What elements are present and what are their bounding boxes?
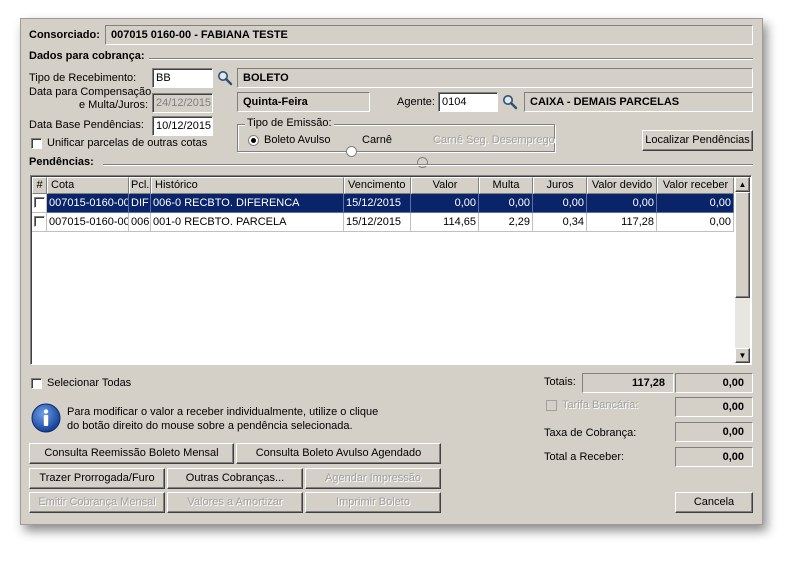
col-header-vencimento[interactable]: Vencimento: [344, 177, 411, 194]
info-icon: [31, 403, 61, 433]
outras-cobrancas-button[interactable]: Outras Cobranças...: [167, 468, 303, 489]
agente-input[interactable]: 0104: [438, 92, 498, 112]
info-text-line1: Para modificar o valor a receber individ…: [67, 406, 379, 418]
pendencias-section-title: Pendências:: [29, 156, 94, 168]
tarifa-bancaria-checkbox: [546, 400, 557, 411]
unificar-label: Unificar parcelas de outras cotas: [47, 137, 208, 149]
cell-historico: 006-0 RECBTO. DIFERENCA: [151, 194, 344, 213]
cell-juros: 0,34: [533, 213, 587, 232]
radio-carne-seg-desemprego: [417, 157, 428, 168]
total-valor-receber: 0,00: [675, 373, 753, 393]
row-checkbox[interactable]: [34, 197, 45, 208]
scrollbar-thumb[interactable]: [735, 192, 750, 298]
radio-carne-seg-desemprego-label: Carnê Seg. Desemprego: [433, 134, 555, 146]
row-checkbox[interactable]: [34, 216, 45, 227]
weekday-display: Quinta-Feira: [237, 92, 370, 112]
agente-label: Agente:: [397, 96, 435, 108]
col-header-multa[interactable]: Multa: [479, 177, 533, 194]
cell-valor: 114,65: [411, 213, 479, 232]
cell-vencimento: 15/12/2015: [344, 213, 411, 232]
total-valor-devido: 117,28: [582, 373, 674, 393]
cell-valor-devido: 117,28: [587, 213, 657, 232]
cell-cota: 007015-0160-00: [47, 213, 129, 232]
col-header-number[interactable]: #: [32, 177, 47, 194]
total-receber-label: Total a Receber:: [544, 451, 625, 463]
selecionar-todas-label: Selecionar Todas: [47, 377, 132, 389]
col-header-pcl[interactable]: Pcl.: [129, 177, 151, 194]
cell-valor-receber[interactable]: 0,00: [657, 194, 734, 213]
col-header-valor-receber[interactable]: Valor receber: [657, 177, 734, 194]
agente-description: CAIXA - DEMAIS PARCELAS: [524, 92, 753, 112]
pendencias-table[interactable]: # Cota Pcl. Histórico Vencimento Valor M…: [30, 175, 752, 365]
radio-carne-label: Carnê: [362, 134, 392, 146]
cell-historico: 001-0 RECBTO. PARCELA: [151, 213, 344, 232]
divider: [149, 58, 753, 60]
consulta-reemissao-button[interactable]: Consulta Reemissão Boleto Mensal: [29, 443, 234, 464]
cell-vencimento: 15/12/2015: [344, 194, 411, 213]
cell-multa: 2,29: [479, 213, 533, 232]
col-header-valor[interactable]: Valor: [411, 177, 479, 194]
cell-valor-devido: 0,00: [587, 194, 657, 213]
cell-pcl: 006: [129, 213, 151, 232]
imprimir-boleto-button: Imprimir Boleto: [305, 492, 441, 513]
radio-boleto-avulso[interactable]: [248, 135, 259, 146]
cobranca-window: Consorciado: 007015 0160-00 - FABIANA TE…: [20, 18, 763, 525]
scroll-down-arrow-icon[interactable]: ▼: [735, 348, 750, 363]
localizar-pendencias-button[interactable]: Localizar Pendências: [642, 130, 753, 151]
data-compensacao-input: 24/12/2015: [152, 93, 213, 113]
cell-pcl: DIF: [129, 194, 151, 213]
cancela-button[interactable]: Cancela: [675, 492, 753, 513]
consulta-avulso-button[interactable]: Consulta Boleto Avulso Agendado: [236, 443, 441, 464]
consorciado-value: 007015 0160-00 - FABIANA TESTE: [105, 25, 753, 45]
taxa-cobranca-value: 0,00: [675, 422, 753, 442]
selecionar-todas-checkbox[interactable]: [31, 378, 42, 389]
search-icon[interactable]: [502, 94, 518, 110]
vertical-scrollbar[interactable]: ▲ ▼: [735, 177, 750, 363]
info-text-line2: do botão direito do mouse sobre a pendên…: [67, 420, 353, 432]
scroll-up-arrow-icon[interactable]: ▲: [735, 177, 750, 192]
col-header-cota[interactable]: Cota: [47, 177, 129, 194]
cell-valor-receber[interactable]: 0,00: [657, 213, 734, 232]
radio-carne[interactable]: [346, 146, 357, 157]
search-icon[interactable]: [217, 70, 233, 86]
data-base-label: Data Base Pendências:: [29, 119, 144, 131]
totais-label: Totais:: [544, 376, 576, 388]
divider: [103, 164, 753, 166]
col-header-juros[interactable]: Juros: [533, 177, 587, 194]
radio-boleto-avulso-label: Boleto Avulso: [264, 134, 331, 146]
unificar-checkbox[interactable]: [31, 138, 42, 149]
dados-section-title: Dados para cobrança:: [29, 50, 145, 62]
data-base-input[interactable]: 10/12/2015: [152, 116, 213, 136]
tipo-recebimento-description: BOLETO: [237, 68, 753, 88]
data-compensacao-label-line2: e Multa/Juros:: [79, 99, 149, 111]
taxa-cobranca-label: Taxa de Cobrança:: [544, 427, 637, 439]
total-receber-value: 0,00: [675, 447, 753, 467]
tipo-recebimento-input[interactable]: BB: [152, 68, 213, 88]
cell-cota: 007015-0160-00: [47, 194, 129, 213]
consorciado-label: Consorciado:: [29, 29, 100, 41]
tipo-emissao-legend: Tipo de Emissão:: [245, 117, 334, 130]
trazer-prorrogada-button[interactable]: Trazer Prorrogada/Furo: [29, 468, 165, 489]
data-compensacao-label-line1: Data para Compensação: [29, 86, 152, 98]
cell-juros: 0,00: [533, 194, 587, 213]
tipo-recebimento-label: Tipo de Recebimento:: [29, 72, 137, 84]
col-header-valor-devido[interactable]: Valor devido: [587, 177, 657, 194]
tarifa-bancaria-value: 0,00: [675, 397, 753, 417]
emitir-cobranca-button: Emitir Cobrança Mensal: [29, 492, 165, 513]
agendar-impressao-button: Agendar Impressão: [305, 468, 441, 489]
col-header-historico[interactable]: Histórico: [151, 177, 344, 194]
valores-amortizar-button: Valores a Amortizar: [167, 492, 303, 513]
cell-valor: 0,00: [411, 194, 479, 213]
tarifa-bancaria-label: Tarifa Bancária:: [562, 399, 639, 411]
cell-multa: 0,00: [479, 194, 533, 213]
